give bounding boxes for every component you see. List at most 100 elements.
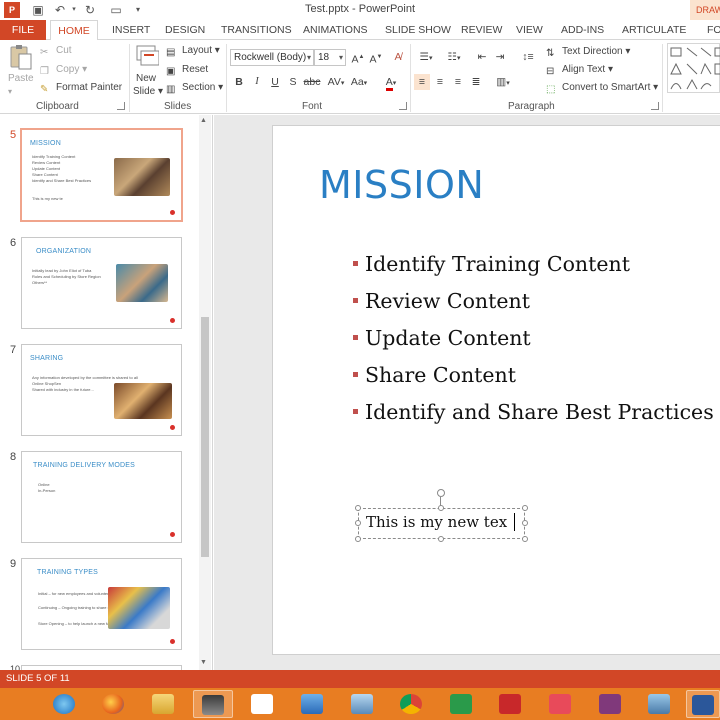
paste-button[interactable]: Paste	[8, 72, 34, 86]
character-spacing-button[interactable]: AV▾	[326, 74, 346, 90]
bold-button[interactable]: B	[231, 74, 247, 90]
slide-thumbnail-7[interactable]: SHARING Any information developed by the…	[21, 344, 182, 436]
chrome-icon[interactable]	[391, 690, 431, 718]
cut-label: Cut	[56, 45, 72, 56]
cut-button[interactable]: ✂ Cut	[40, 44, 72, 58]
rotate-handle-icon[interactable]	[437, 489, 445, 497]
increase-indent-icon[interactable]: ⇥	[492, 49, 508, 65]
start-button-icon[interactable]	[0, 690, 24, 718]
align-center-icon[interactable]: ≡	[432, 74, 448, 90]
slide-thumbnail-5[interactable]: MISSION Identify Training Content Review…	[20, 128, 183, 222]
reset-button[interactable]: ▣ Reset	[166, 63, 208, 77]
font-dialog-launcher-icon[interactable]	[399, 102, 407, 110]
file-explorer-icon[interactable]	[143, 690, 183, 718]
new-slide-button[interactable]: New	[136, 72, 156, 86]
thumbnail-line: Initially lead by John Eliot of Tuba	[32, 268, 92, 273]
scroll-down-icon[interactable]: ▼	[200, 659, 207, 666]
resize-handle[interactable]	[355, 536, 361, 542]
slide-counter[interactable]: SLIDE 5 OF 11	[6, 673, 70, 684]
section-button[interactable]: ▥ Section ▾	[166, 81, 223, 95]
thumbnail-line: Review Content	[32, 160, 61, 165]
tab-articulate[interactable]: ARTICULATE	[622, 20, 686, 40]
font-color-button[interactable]: A▾	[380, 74, 402, 91]
clipboard-dialog-launcher-icon[interactable]	[117, 102, 125, 110]
slide-thumbnail-8[interactable]: TRAINING DELIVERY MODES Online In-Person	[21, 451, 182, 543]
resize-handle[interactable]	[438, 536, 444, 542]
line-spacing-button[interactable]: ↕≡	[516, 49, 540, 65]
firefox-icon[interactable]	[93, 690, 133, 718]
font-name-combobox[interactable]: Rockwell (Body) ▾	[230, 49, 314, 66]
numbering-button[interactable]: ☷▾	[442, 49, 466, 65]
bullet-item[interactable]: Update Content	[353, 326, 531, 352]
tab-insert[interactable]: INSERT	[112, 20, 150, 40]
tab-home[interactable]: HOME	[50, 20, 98, 41]
copy-button[interactable]: ❐ Copy ▾	[40, 63, 87, 77]
underline-button[interactable]: U	[267, 74, 283, 90]
paste-dropdown-icon[interactable]: ▾	[8, 85, 12, 99]
store-icon[interactable]	[441, 690, 481, 718]
app-icon-quill[interactable]	[242, 690, 282, 718]
scroll-up-icon[interactable]: ▲	[200, 117, 207, 124]
health-app-icon[interactable]	[540, 690, 580, 718]
bullets-button[interactable]: ☰▾	[414, 49, 438, 65]
app-icon-tools[interactable]	[639, 690, 679, 718]
shapes-gallery[interactable]	[667, 43, 720, 93]
tab-review[interactable]: REVIEW	[461, 20, 502, 40]
bullet-item[interactable]: Review Content	[353, 289, 530, 315]
strikethrough-button[interactable]: abc	[302, 74, 322, 90]
bullet-item[interactable]: Identify and Share Best Practices	[353, 400, 714, 426]
media-player-icon[interactable]	[193, 690, 233, 718]
slide-thumbnail-6[interactable]: ORGANIZATION Initially lead by John Elio…	[21, 237, 182, 329]
tab-file[interactable]: FILE	[0, 20, 46, 40]
align-text-button[interactable]: ⊟ Align Text ▾	[546, 63, 613, 77]
tab-add-ins[interactable]: ADD-INS	[561, 20, 604, 40]
bullet-item[interactable]: Identify Training Content	[353, 252, 630, 278]
resize-handle[interactable]	[522, 536, 528, 542]
resize-handle[interactable]	[355, 505, 361, 511]
tab-slide-show[interactable]: SLIDE SHOW	[385, 20, 451, 40]
contextual-tab-drawing-tools[interactable]: DRAW	[690, 0, 720, 20]
resize-handle[interactable]	[438, 505, 444, 511]
bullet-item[interactable]: Share Content	[353, 363, 516, 389]
clear-formatting-icon[interactable]: A̸	[390, 49, 406, 65]
decrease-indent-icon[interactable]: ⇤	[474, 49, 490, 65]
layout-button[interactable]: ▤ Layout ▾	[166, 44, 220, 58]
font-size-value: 18	[318, 52, 330, 63]
tab-view[interactable]: VIEW	[516, 20, 543, 40]
shrink-font-icon[interactable]: A▼	[368, 49, 384, 66]
change-case-button[interactable]: Aa▾	[348, 74, 370, 90]
tab-transitions[interactable]: TRANSITIONS	[221, 20, 292, 40]
ribbon-tab-bar: FILE HOME INSERT DESIGN TRANSITIONS ANIM…	[0, 20, 720, 41]
internet-explorer-icon[interactable]	[44, 690, 84, 718]
resize-handle[interactable]	[355, 520, 361, 526]
slide-title[interactable]: MISSION	[319, 163, 484, 207]
remote-desktop-icon[interactable]	[342, 690, 382, 718]
paste-icon[interactable]	[8, 44, 34, 70]
align-right-icon[interactable]: ≡	[450, 74, 466, 90]
onenote-icon[interactable]	[590, 690, 630, 718]
justify-icon[interactable]: ≣	[468, 74, 484, 90]
new-slide-icon[interactable]	[135, 44, 160, 70]
resize-handle[interactable]	[522, 520, 528, 526]
scrollbar-thumb[interactable]	[201, 317, 209, 557]
align-left-icon[interactable]: ≡	[414, 74, 430, 90]
text-direction-button[interactable]: ⇅ Text Direction ▾	[546, 45, 630, 59]
tab-design[interactable]: DESIGN	[165, 20, 205, 40]
news-app-icon[interactable]	[490, 690, 530, 718]
convert-smartart-button[interactable]: ⬚ Convert to SmartArt ▾	[546, 81, 658, 95]
new-slide-label-2[interactable]: Slide ▾	[133, 85, 163, 99]
new-text-box-content[interactable]: This is my new tex	[366, 513, 507, 531]
italic-button[interactable]: I	[249, 74, 265, 90]
shadow-button[interactable]: S	[285, 74, 301, 90]
app-icon-blue-window[interactable]	[292, 690, 332, 718]
tab-format[interactable]: FO	[707, 20, 720, 40]
columns-button[interactable]: ▥▾	[490, 74, 516, 90]
tab-animations[interactable]: ANIMATIONS	[303, 20, 368, 40]
format-painter-button[interactable]: ✎ Format Painter	[40, 81, 122, 95]
slide-thumbnail-9[interactable]: TRAINING TYPES Initial – for new employe…	[21, 558, 182, 650]
grow-font-icon[interactable]: A▲	[350, 49, 366, 66]
font-size-combobox[interactable]: 18 ▾	[314, 49, 346, 66]
word-icon[interactable]	[686, 690, 720, 718]
paragraph-dialog-launcher-icon[interactable]	[651, 102, 659, 110]
resize-handle[interactable]	[522, 505, 528, 511]
